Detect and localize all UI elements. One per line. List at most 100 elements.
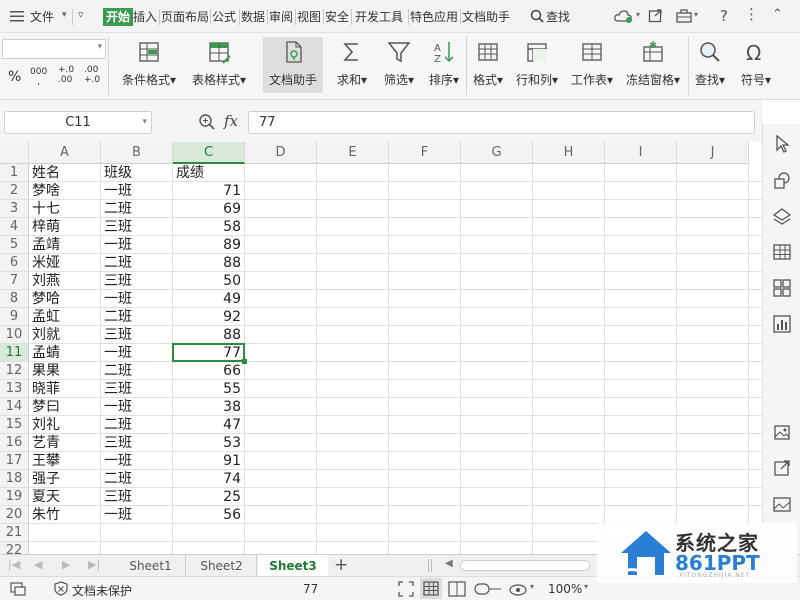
column-header-a[interactable]: A <box>29 142 101 164</box>
cell-a4[interactable]: 梓萌 <box>29 218 100 236</box>
toolbox-icon[interactable] <box>676 8 692 26</box>
cell-a19[interactable]: 夏天 <box>29 488 100 506</box>
rows-cols-button[interactable]: 行和列▾ <box>512 37 562 93</box>
layers-icon[interactable] <box>772 206 792 226</box>
cell-a2[interactable]: 梦啥 <box>29 182 100 200</box>
cell-b22[interactable] <box>101 542 172 554</box>
cell-c13[interactable]: 55 <box>173 380 244 398</box>
cell-a21[interactable] <box>29 524 100 542</box>
filter-button[interactable]: 筛选▾ <box>378 37 420 93</box>
row-header[interactable]: 3 <box>0 200 29 218</box>
add-sheet-button[interactable]: + <box>334 555 348 575</box>
column-header-f[interactable]: F <box>389 142 461 164</box>
picture-icon[interactable] <box>772 494 792 514</box>
cell-c16[interactable]: 53 <box>173 434 244 452</box>
cell-c18[interactable]: 74 <box>173 470 244 488</box>
sheet-tab-3[interactable]: Sheet3 <box>258 555 328 577</box>
cell-a10[interactable]: 刘就 <box>29 326 100 344</box>
cell-b9[interactable]: 二班 <box>101 308 172 326</box>
page-break-view-icon[interactable] <box>448 581 466 600</box>
cell-b16[interactable]: 三班 <box>101 434 172 452</box>
chevron-down-icon[interactable]: ▾ <box>584 582 588 591</box>
tab-developer[interactable]: 开发工具 <box>355 8 403 26</box>
column-header-i[interactable]: I <box>605 142 677 164</box>
share-icon[interactable] <box>648 8 663 26</box>
cell-b4[interactable]: 三班 <box>101 218 172 236</box>
zoom-search-icon[interactable] <box>198 113 216 134</box>
cell-a11[interactable]: 孟蜻 <box>29 344 100 362</box>
cell-c4[interactable]: 58 <box>173 218 244 236</box>
row-header[interactable]: 5 <box>0 236 29 254</box>
freeze-button[interactable]: 冻结窗格▾ <box>622 37 684 93</box>
cell-c8[interactable]: 49 <box>173 290 244 308</box>
cell-b18[interactable]: 二班 <box>101 470 172 488</box>
last-sheet-icon[interactable]: ▶| <box>88 558 100 571</box>
tab-data[interactable]: 数据 <box>241 8 265 26</box>
cell-a22[interactable] <box>29 542 100 554</box>
row-header[interactable]: 2 <box>0 182 29 200</box>
zoom-level[interactable]: 100% <box>548 582 582 596</box>
search-label[interactable]: 查找 <box>546 8 570 26</box>
font-size-select[interactable]: ▾ <box>2 39 106 59</box>
row-header[interactable]: 12 <box>0 362 29 380</box>
row-header[interactable]: 17 <box>0 452 29 470</box>
cell-c21[interactable] <box>173 524 244 542</box>
cell-c10[interactable]: 88 <box>173 326 244 344</box>
hamburger-icon[interactable] <box>10 9 24 23</box>
cell-b2[interactable]: 一班 <box>101 182 172 200</box>
row-header[interactable]: 20 <box>0 506 29 524</box>
name-box[interactable]: C11 ▾ <box>4 111 152 134</box>
row-header[interactable]: 1 <box>0 164 29 182</box>
decrease-decimal-button[interactable]: .00 +.0 <box>84 65 104 85</box>
cell-a14[interactable]: 梦曰 <box>29 398 100 416</box>
cell-a3[interactable]: 十七 <box>29 200 100 218</box>
cell-b20[interactable]: 一班 <box>101 506 172 524</box>
corner-select-all[interactable] <box>0 142 29 164</box>
column-header-g[interactable]: G <box>461 142 533 164</box>
cell-b6[interactable]: 二班 <box>101 254 172 272</box>
tab-view[interactable]: 视图 <box>297 8 321 26</box>
percent-button[interactable]: % <box>8 69 21 85</box>
export-icon[interactable] <box>772 458 792 478</box>
cell-b11[interactable]: 一班 <box>101 344 172 362</box>
search-icon[interactable] <box>530 9 544 26</box>
collapse-icon[interactable]: ⌃ <box>772 7 783 22</box>
cell-a6[interactable]: 米娅 <box>29 254 100 272</box>
normal-view-icon[interactable] <box>420 578 442 599</box>
conditional-format-button[interactable]: 条件格式▾ <box>116 37 182 93</box>
column-header-h[interactable]: H <box>533 142 605 164</box>
tab-insert[interactable]: 插入 <box>133 8 157 26</box>
thousands-button[interactable]: 000, <box>30 67 47 87</box>
cell-c22[interactable] <box>173 542 244 554</box>
sheet-tab-2[interactable]: Sheet2 <box>187 555 257 577</box>
macro-icon[interactable] <box>10 581 26 599</box>
fx-icon[interactable]: fx <box>224 112 238 130</box>
row-header[interactable]: 21 <box>0 524 29 542</box>
first-sheet-icon[interactable]: |◀ <box>8 558 20 571</box>
tab-home[interactable]: 开始 <box>103 8 134 26</box>
table-icon[interactable] <box>772 242 792 262</box>
image-icon[interactable] <box>772 422 792 442</box>
cell-c17[interactable]: 91 <box>173 452 244 470</box>
protect-status[interactable]: 文档未保护 <box>72 582 132 599</box>
cell-a5[interactable]: 孟靖 <box>29 236 100 254</box>
shapes-icon[interactable] <box>772 170 792 190</box>
chevron-down-icon[interactable]: ▾ <box>142 112 147 133</box>
cell-c5[interactable]: 89 <box>173 236 244 254</box>
cell-c19[interactable]: 25 <box>173 488 244 506</box>
tab-security[interactable]: 安全 <box>325 8 349 26</box>
cloud-sync-icon[interactable] <box>614 9 634 26</box>
sort-button[interactable]: AZ 排序▾ <box>424 37 464 93</box>
column-header-d[interactable]: D <box>245 142 317 164</box>
cell-b21[interactable] <box>101 524 172 542</box>
row-header[interactable]: 15 <box>0 416 29 434</box>
formula-input[interactable]: 77 <box>248 111 755 134</box>
chart-icon[interactable] <box>772 314 792 334</box>
row-header[interactable]: 16 <box>0 434 29 452</box>
row-header[interactable]: 11 <box>0 344 29 362</box>
cell-c15[interactable]: 47 <box>173 416 244 434</box>
row-header[interactable]: 8 <box>0 290 29 308</box>
menu-file[interactable]: 文件 <box>30 8 54 26</box>
cell-a16[interactable]: 艺青 <box>29 434 100 452</box>
find-button[interactable]: 查找▾ <box>690 37 730 93</box>
